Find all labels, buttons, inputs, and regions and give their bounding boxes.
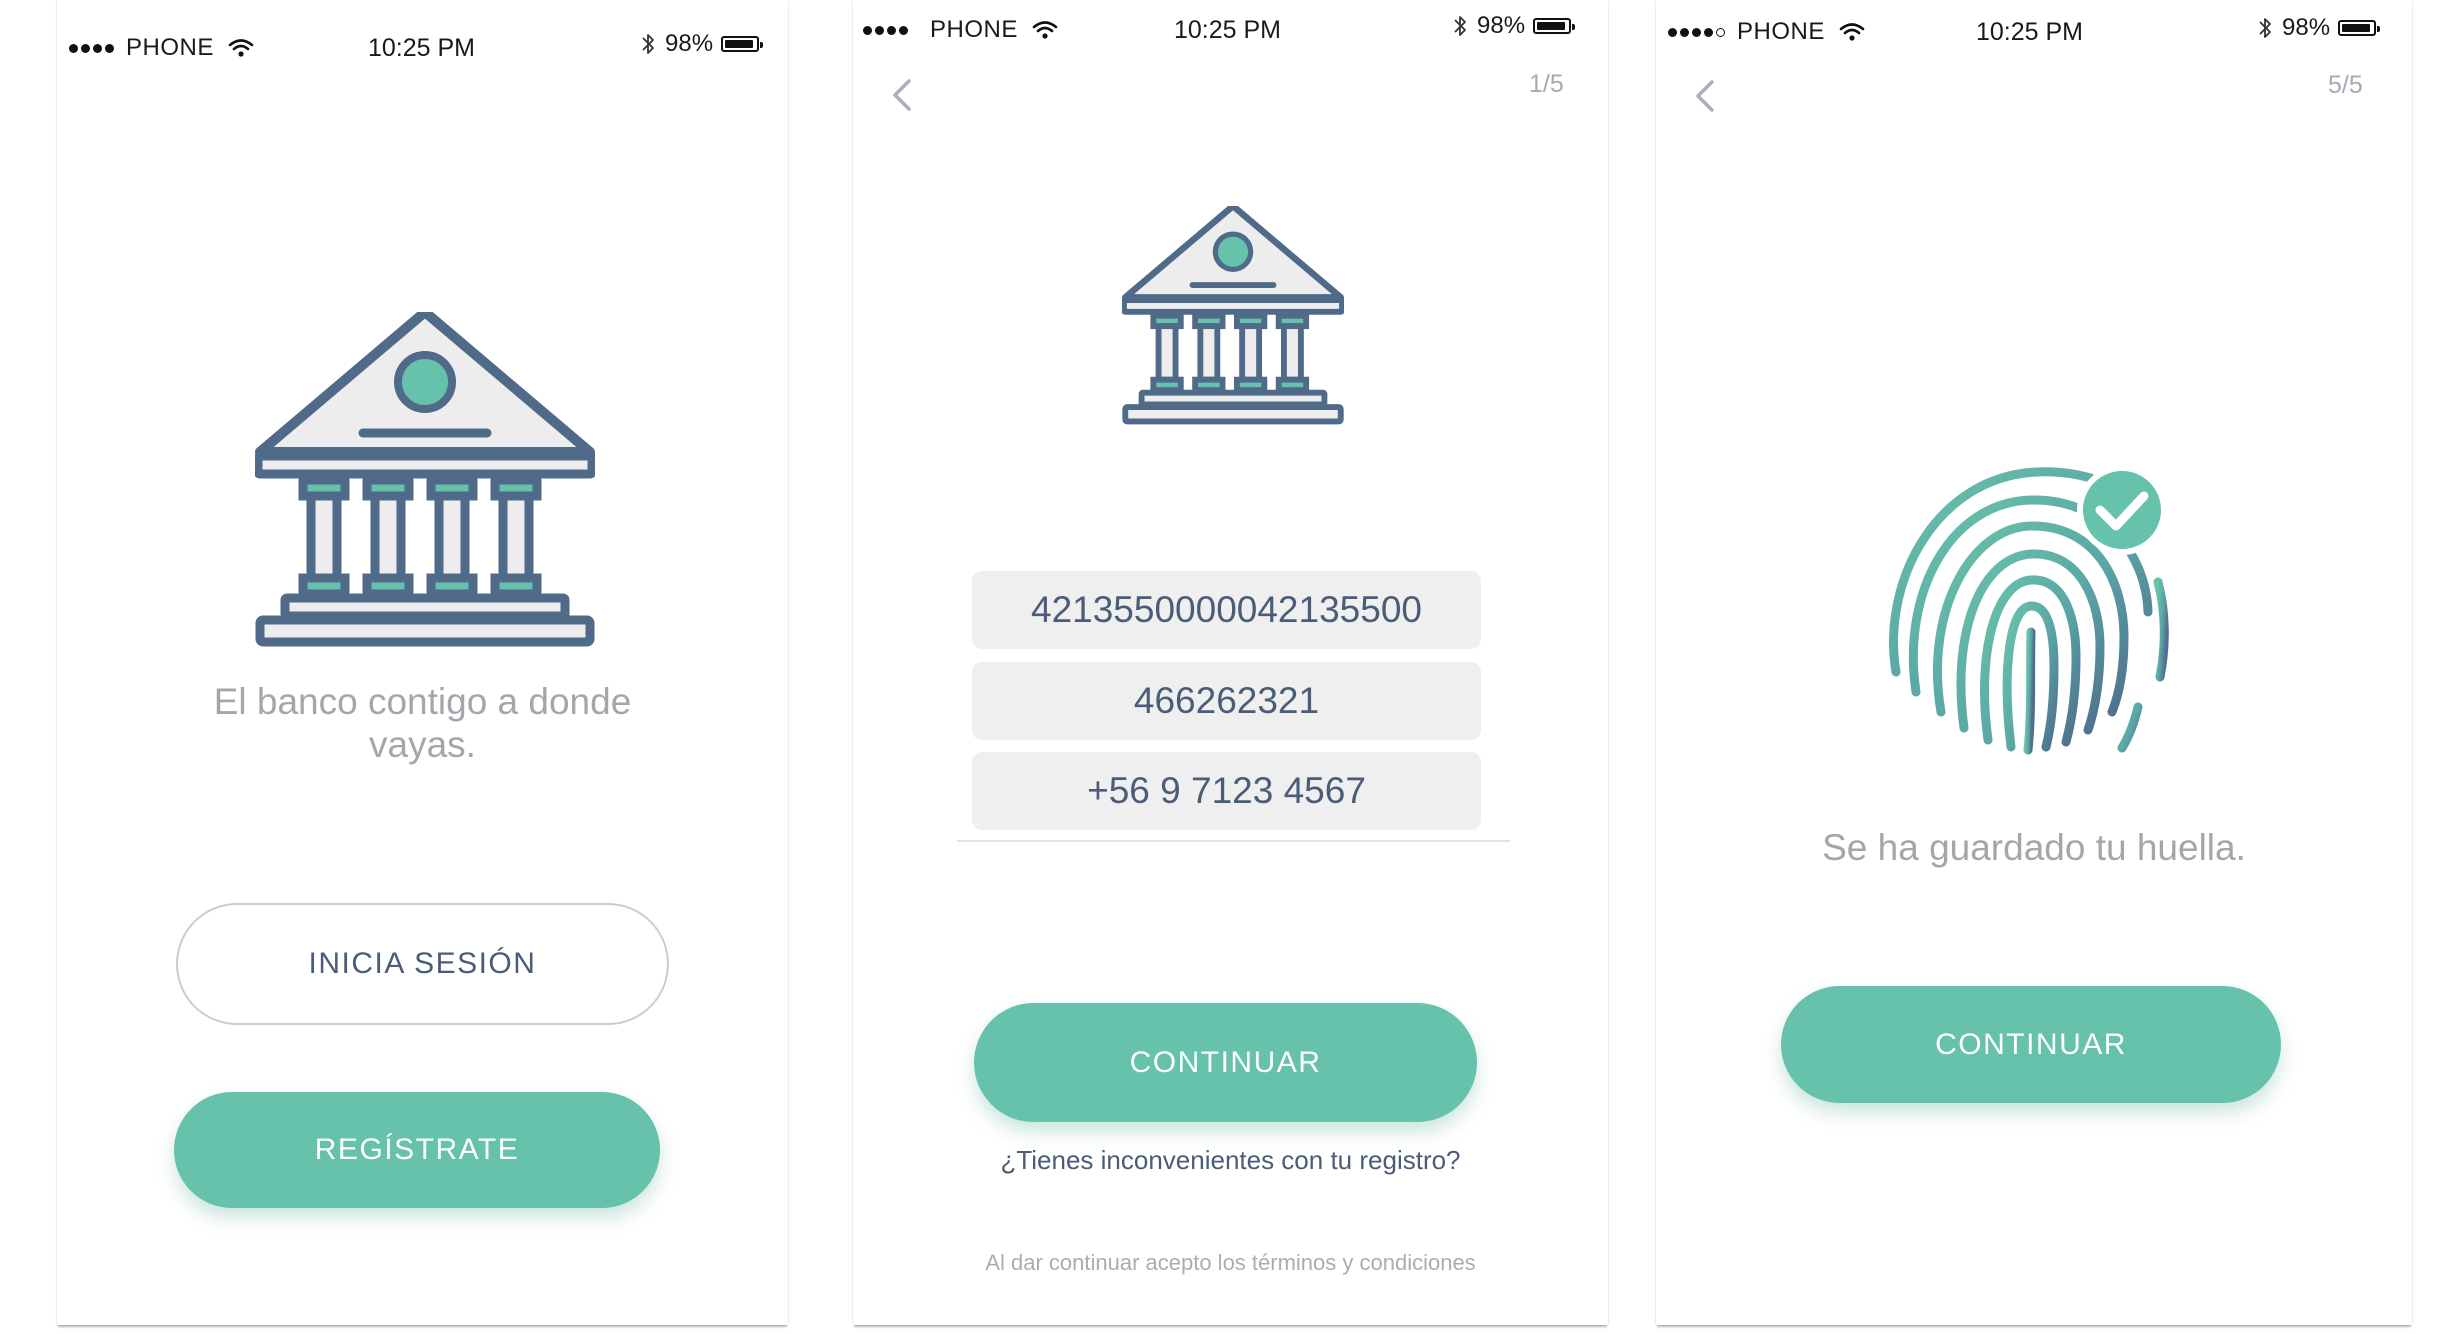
status-time: 10:25 PM	[1174, 16, 1282, 44]
carrier: PHONE	[1668, 18, 1865, 46]
tagline-line-1: El banco contigo a donde	[213, 681, 632, 722]
wifi-icon	[1839, 22, 1865, 42]
wifi-icon	[1032, 20, 1058, 40]
status-time: 10:25 PM	[368, 34, 476, 62]
battery-percent: 98%	[665, 30, 714, 57]
phone-number-field[interactable]: +56 9 7123 4567	[972, 752, 1481, 830]
continue-button[interactable]: CONTINUAR	[1781, 986, 2281, 1103]
bank-icon	[1122, 206, 1344, 428]
status-time: 10:25 PM	[1976, 18, 2084, 46]
bluetooth-icon	[1453, 14, 1467, 38]
document-number-field[interactable]: 466262321	[972, 662, 1481, 740]
signal-icon	[863, 25, 908, 35]
terms-text[interactable]: Al dar continuar acepto los términos y c…	[853, 1250, 1608, 1276]
status-bar: PHONE 10:25 PM 98%	[853, 0, 1608, 60]
status-bar: PHONE 10:25 PM 98%	[1656, 2, 2412, 62]
continue-button[interactable]: CONTINUAR	[974, 1003, 1477, 1122]
carrier-label: PHONE	[1737, 18, 1825, 45]
carrier-label: PHONE	[126, 34, 214, 61]
signal-icon	[1668, 27, 1725, 37]
fingerprint-screen: PHONE 10:25 PM 98% 5/5 Se ha guardado tu…	[1656, 0, 2412, 1325]
carrier-label: PHONE	[930, 16, 1018, 43]
divider	[957, 840, 1510, 842]
bluetooth-icon	[641, 32, 655, 56]
battery-icon	[1533, 18, 1576, 34]
carrier: PHONE	[69, 34, 254, 62]
battery-icon	[721, 36, 764, 52]
status-right: 98%	[1453, 12, 1576, 40]
step-indicator: 1/5	[1529, 70, 1564, 98]
step-indicator: 5/5	[2328, 71, 2363, 99]
battery-percent: 98%	[2282, 14, 2331, 41]
bank-icon	[255, 312, 595, 652]
carrier: PHONE	[863, 16, 1058, 44]
back-arrow-icon[interactable]	[889, 77, 915, 113]
bluetooth-icon	[2258, 16, 2272, 40]
fingerprint-icon	[1889, 465, 2169, 755]
register-button[interactable]: REGÍSTRATE	[174, 1092, 660, 1208]
card-number-field[interactable]: 4213550000042135500	[972, 571, 1481, 649]
registration-help-link[interactable]: ¿Tienes inconvenientes con tu registro?	[853, 1145, 1608, 1176]
tagline-line-2: vayas.	[369, 724, 476, 765]
wifi-icon	[228, 38, 254, 58]
login-button[interactable]: INICIA SESIÓN	[176, 903, 669, 1025]
battery-icon	[2338, 20, 2381, 36]
battery-percent: 98%	[1477, 12, 1526, 39]
status-right: 98%	[2258, 14, 2381, 42]
signal-icon	[69, 43, 114, 53]
register-screen: PHONE 10:25 PM 98% 1/5 42135500000421355…	[853, 0, 1608, 1325]
welcome-screen: PHONE 10:25 PM 98% El banco contigo a do…	[57, 0, 788, 1325]
status-bar: PHONE 10:25 PM 98%	[57, 18, 788, 78]
tagline: El banco contigo a donde vayas.	[57, 680, 788, 766]
fingerprint-saved-message: Se ha guardado tu huella.	[1822, 827, 2246, 868]
back-arrow-icon[interactable]	[1692, 78, 1718, 114]
status-right: 98%	[641, 30, 764, 58]
